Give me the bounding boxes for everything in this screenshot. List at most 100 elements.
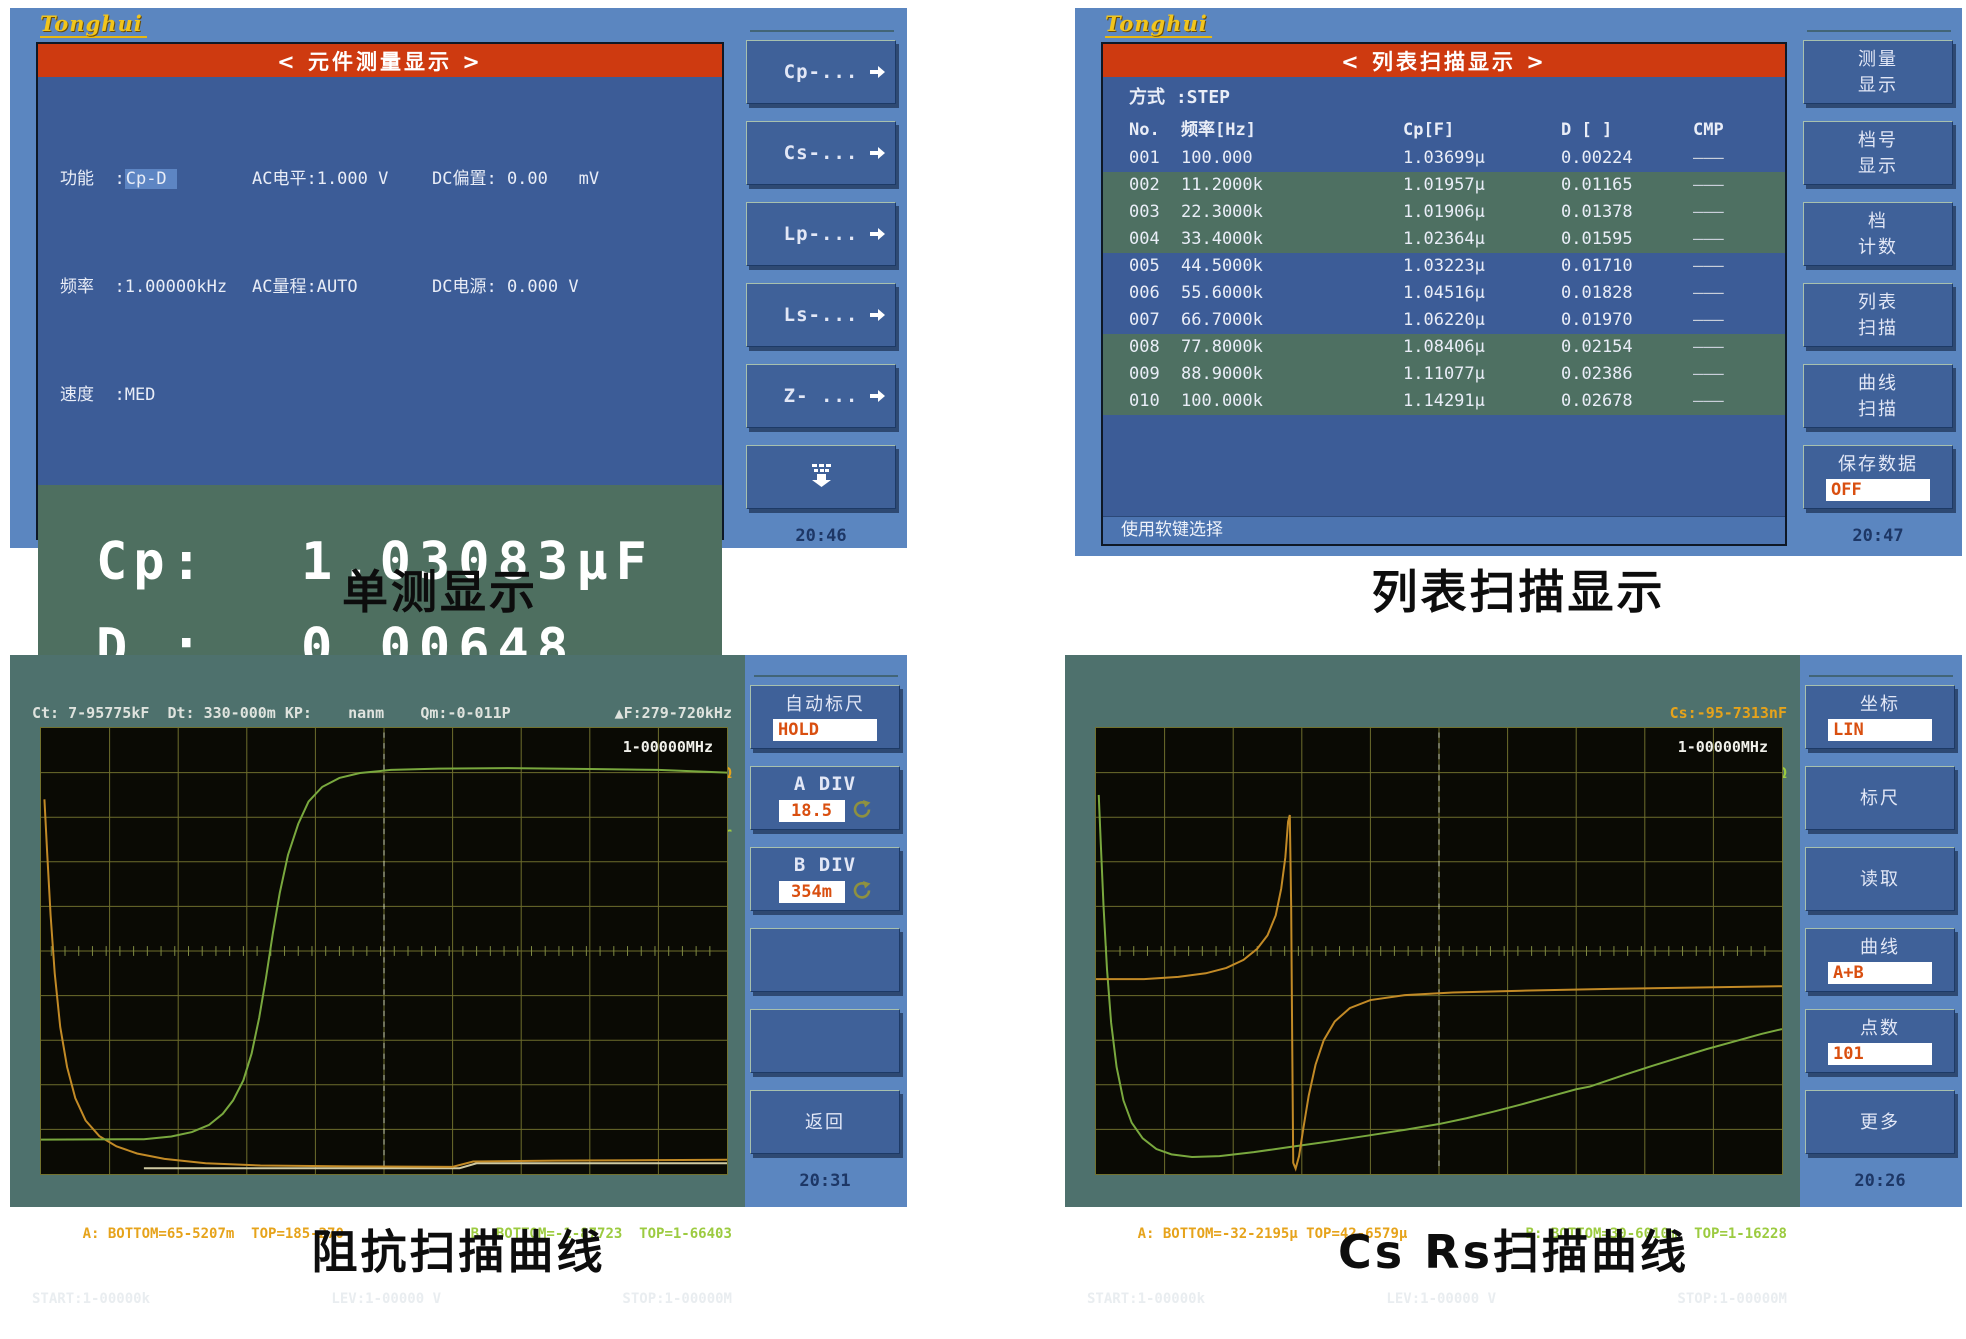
settings-row: 频率 :1.00000kHz AC量程:AUTO DC电源: 0.000 V: [60, 269, 722, 305]
cell-no: 010: [1129, 391, 1160, 411]
cs-rs-graph: [1096, 728, 1782, 1174]
softkey-points[interactable]: 点数 101: [1805, 1009, 1955, 1073]
ac-range: AC量程:AUTO: [252, 277, 358, 297]
tonghui-logo: Tonghui: [1105, 11, 1212, 38]
table-row: 009 88.9000k 1.11077μ 0.02386 ———: [1103, 361, 1785, 388]
cell-no: 004: [1129, 229, 1160, 249]
softkey-column: Cp-... Cs-... Lp-... Ls-... Z- ... 20:46: [746, 30, 898, 546]
softkey-bin-count[interactable]: 档 计数: [1803, 202, 1953, 266]
status-hint: 使用软键选择: [1103, 516, 1785, 544]
dc-bias: DC偏置: 0.00 mV: [432, 169, 600, 189]
softkey-strip: 自动标尺 HOLD A DIV 18.5 B DIV 354m 返回 20:31: [745, 655, 907, 1207]
cell-cp: 1.01906μ: [1403, 202, 1485, 222]
table-row: 006 55.6000k 1.04516μ 0.01828 ———: [1103, 280, 1785, 307]
cell-d: 0.01165: [1561, 175, 1633, 195]
cell-no: 003: [1129, 202, 1160, 222]
table-row: 002 11.2000k 1.01957μ 0.01165 ———: [1103, 172, 1785, 199]
cell-cp: 1.03223μ: [1403, 256, 1485, 276]
softkey-blank[interactable]: [750, 1009, 900, 1073]
cell-cmp: ———: [1693, 391, 1724, 411]
cell-d: 0.00224: [1561, 148, 1633, 168]
softkey-measure-display[interactable]: 测量 显示: [1803, 40, 1953, 104]
sweep-start: START:1-00000k: [1087, 1291, 1206, 1307]
softkey-page-down[interactable]: [746, 445, 896, 509]
right-arrow-icon: [870, 227, 886, 241]
list-screen: < 列表扫描显示 > 方式 :STEP No. 频率[Hz] Cp[F] D […: [1101, 42, 1787, 546]
caption-impedance-curve: 阻抗扫描曲线: [311, 1225, 606, 1279]
points-value: 101: [1828, 1043, 1932, 1065]
softkey-return[interactable]: 返回: [750, 1090, 900, 1154]
marker-frequency-label: 1-00000MHz: [622, 738, 713, 756]
softkey-column: 坐标 LIN 标尺 读取 曲线 A+B 点数 101 更多 20:26: [1805, 675, 1957, 1191]
function-value[interactable]: Cp-D: [124, 169, 177, 189]
cell-freq: 22.3000k: [1181, 202, 1263, 222]
softkey-more[interactable]: 更多: [1805, 1090, 1955, 1154]
clock: 20:46: [795, 526, 847, 546]
softkey-ls-function[interactable]: Ls-...: [746, 283, 896, 347]
table-row: 004 33.4000k 1.02364μ 0.01595 ———: [1103, 226, 1785, 253]
softkey-cs-function[interactable]: Cs-...: [746, 121, 896, 185]
softkey-blank[interactable]: [750, 928, 900, 992]
right-arrow-icon: [870, 308, 886, 322]
marker-frequency-label: 1-00000MHz: [1677, 738, 1768, 756]
table-header: No. 频率[Hz] Cp[F] D [ ] CMP: [1103, 117, 1785, 145]
right-arrow-icon: [870, 389, 886, 403]
table-row: 001 100.000 1.03699μ 0.00224 ———: [1103, 145, 1785, 172]
cell-freq: 66.7000k: [1181, 310, 1263, 330]
cell-cp: 1.08406μ: [1403, 337, 1485, 357]
settings-row: 功能 :Cp-D AC电平:1.000 V DC偏置: 0.00 mV: [60, 161, 722, 197]
cell-cmp: ———: [1693, 148, 1724, 168]
sweep-level: LEV:1-00000 V: [331, 1291, 441, 1307]
col-cp: Cp[F]: [1403, 120, 1455, 140]
readout-marker-freq: ▲F:279-720kHz: [614, 704, 732, 722]
ac-level: AC电平:1.000 V: [252, 169, 389, 189]
cell-freq: 100.000: [1181, 148, 1253, 168]
dc-source: DC电源: 0.000 V: [432, 277, 579, 297]
sweep-stop: STOP:1-00000M: [1677, 1291, 1787, 1307]
cell-cp: 1.11077μ: [1403, 364, 1485, 384]
panel-list-sweep: Tonghui < 列表扫描显示 > 方式 :STEP No. 频率[Hz] C…: [1075, 8, 1962, 556]
readout-cs: Cs:-95-7313nF: [1669, 704, 1787, 722]
softkey-b-div[interactable]: B DIV 354m: [750, 847, 900, 911]
cell-freq: 11.2000k: [1181, 175, 1263, 195]
trace-value: A+B: [1828, 962, 1932, 984]
col-cmp: CMP: [1693, 120, 1724, 140]
softkey-list-sweep[interactable]: 列表 扫描: [1803, 283, 1953, 347]
table-body: 001 100.000 1.03699μ 0.00224 ——— 002 11.…: [1103, 145, 1785, 415]
cell-freq: 100.000k: [1181, 391, 1263, 411]
page-down-icon: [806, 462, 836, 492]
sweep-mode: 方式 :STEP: [1129, 87, 1231, 108]
softkey-scale[interactable]: 标尺: [1805, 766, 1955, 830]
softkey-bin-display[interactable]: 档号 显示: [1803, 121, 1953, 185]
cell-cmp: ———: [1693, 310, 1724, 330]
clock: 20:31: [799, 1171, 851, 1191]
cell-cmp: ———: [1693, 229, 1724, 249]
cell-cp: 1.06220μ: [1403, 310, 1485, 330]
softkey-a-div[interactable]: A DIV 18.5: [750, 766, 900, 830]
readout-ct-dt: Ct: 7-95775kF Dt: 330-000m KP: nanm Qm:-…: [32, 704, 511, 722]
table-row: 010 100.000k 1.14291μ 0.02678 ———: [1103, 388, 1785, 415]
cell-freq: 77.8000k: [1181, 337, 1263, 357]
softkey-coordinate[interactable]: 坐标 LIN: [1805, 685, 1955, 749]
softkey-cp-function[interactable]: Cp-...: [746, 40, 896, 104]
cell-freq: 33.4000k: [1181, 229, 1263, 249]
softkey-save-data[interactable]: 保存数据 OFF: [1803, 445, 1953, 509]
panel-component-measure: Tonghui < 元件测量显示 > 功能 :Cp-D AC电平:1.000 V…: [10, 8, 907, 1020]
softkey-read[interactable]: 读取: [1805, 847, 1955, 911]
cell-no: 007: [1129, 310, 1160, 330]
softkey-auto-scale[interactable]: 自动标尺 HOLD: [750, 685, 900, 749]
softkey-lp-function[interactable]: Lp-...: [746, 202, 896, 266]
impedance-plot: 1-00000MHz: [40, 727, 728, 1175]
softkey-column: 测量 显示 档号 显示 档 计数 列表 扫描 曲线 扫描 保存数据 OFF 20…: [1803, 30, 1955, 546]
softkey-z-function[interactable]: Z- ...: [746, 364, 896, 428]
measure-title-bar: < 元件测量显示 >: [38, 44, 722, 77]
cell-cmp: ———: [1693, 283, 1724, 303]
col-freq: 频率[Hz]: [1181, 120, 1256, 140]
softkey-trace[interactable]: 曲线 A+B: [1805, 928, 1955, 992]
table-row: 008 77.8000k 1.08406μ 0.02154 ———: [1103, 334, 1785, 361]
softkey-curve-sweep[interactable]: 曲线 扫描: [1803, 364, 1953, 428]
speed: 速度 :MED: [60, 385, 156, 405]
function-label: 功能 :: [60, 169, 125, 189]
cell-cp: 1.14291μ: [1403, 391, 1485, 411]
cell-cp: 1.02364μ: [1403, 229, 1485, 249]
